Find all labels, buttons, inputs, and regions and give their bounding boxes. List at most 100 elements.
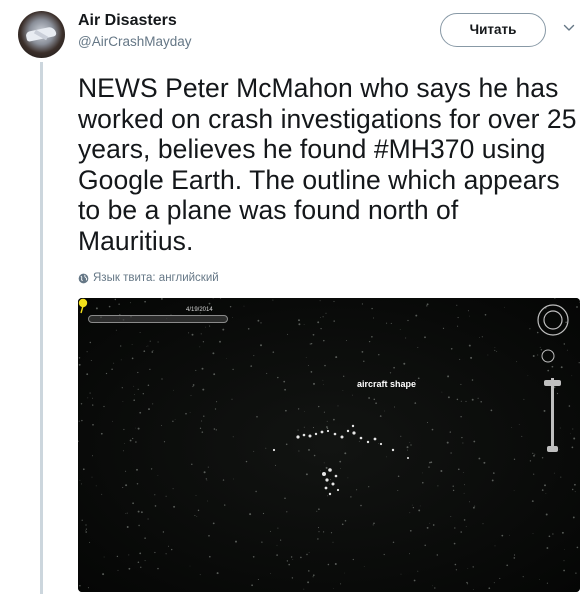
- noise-speckle: [318, 508, 320, 511]
- noise-speckle: [125, 512, 127, 514]
- noise-speckle: [318, 531, 320, 533]
- noise-speckle: [462, 472, 464, 473]
- noise-speckle: [531, 500, 534, 503]
- noise-speckle: [199, 574, 201, 576]
- noise-speckle: [400, 435, 402, 437]
- noise-speckle: [312, 574, 315, 577]
- noise-speckle: [409, 553, 410, 555]
- noise-speckle: [233, 478, 234, 480]
- noise-speckle: [320, 470, 321, 472]
- noise-speckle: [256, 415, 258, 418]
- noise-speckle: [471, 379, 474, 381]
- hashtag-link[interactable]: #MH370: [374, 134, 474, 164]
- noise-speckle: [249, 513, 252, 516]
- noise-speckle: [345, 340, 347, 341]
- noise-speckle: [468, 344, 471, 347]
- noise-speckle: [298, 450, 300, 452]
- noise-speckle: [494, 349, 496, 351]
- noise-speckle: [527, 375, 529, 377]
- noise-speckle: [216, 401, 218, 403]
- noise-speckle: [87, 397, 89, 399]
- noise-speckle: [463, 519, 466, 521]
- noise-speckle: [457, 317, 459, 319]
- follow-button[interactable]: Читать: [440, 13, 546, 47]
- noise-speckle: [251, 584, 253, 587]
- noise-speckle: [432, 524, 435, 526]
- noise-speckle: [163, 441, 166, 443]
- noise-speckle: [126, 526, 129, 528]
- noise-speckle: [85, 530, 86, 532]
- author-display-name[interactable]: Air Disasters: [78, 12, 177, 30]
- noise-speckle: [409, 529, 412, 532]
- noise-speckle: [358, 440, 360, 442]
- chevron-down-icon[interactable]: [563, 22, 575, 34]
- noise-speckle: [509, 534, 510, 536]
- noise-speckle: [265, 447, 267, 449]
- noise-speckle: [212, 298, 214, 299]
- tweet-media-image[interactable]: 4/19/2014 aircraft shape: [78, 298, 580, 592]
- noise-speckle: [481, 336, 483, 338]
- noise-speckle: [513, 557, 516, 559]
- noise-speckle: [261, 541, 263, 543]
- noise-speckle: [442, 327, 445, 330]
- noise-speckle: [125, 470, 127, 472]
- noise-speckle: [399, 329, 401, 330]
- noise-speckle: [307, 365, 309, 367]
- noise-speckle: [100, 432, 103, 435]
- noise-speckle: [410, 444, 412, 446]
- noise-speckle: [326, 427, 329, 429]
- noise-speckle: [430, 461, 433, 464]
- noise-speckle: [172, 488, 174, 490]
- noise-speckle: [539, 346, 541, 348]
- noise-speckle: [513, 458, 516, 460]
- noise-speckle: [202, 388, 205, 391]
- noise-speckle: [140, 566, 142, 568]
- noise-speckle: [563, 560, 565, 562]
- noise-speckle: [457, 468, 460, 471]
- noise-speckle: [454, 563, 457, 566]
- noise-speckle: [206, 479, 208, 481]
- noise-speckle: [253, 355, 255, 357]
- noise-speckle: [162, 531, 165, 533]
- noise-speckle: [496, 350, 498, 352]
- noise-speckle: [465, 526, 467, 527]
- noise-speckle: [361, 303, 363, 305]
- noise-speckle: [304, 411, 305, 412]
- noise-speckle: [120, 359, 122, 361]
- noise-speckle: [303, 324, 305, 325]
- noise-speckle: [144, 300, 146, 303]
- avatar[interactable]: [18, 11, 65, 58]
- noise-speckle: [205, 326, 206, 328]
- noise-speckle: [452, 489, 455, 492]
- noise-speckle: [566, 349, 568, 351]
- noise-speckle: [245, 460, 248, 463]
- noise-speckle: [456, 398, 459, 401]
- noise-speckle: [322, 379, 324, 381]
- noise-speckle: [576, 306, 578, 308]
- noise-speckle: [133, 385, 135, 387]
- noise-speckle: [450, 452, 452, 454]
- noise-speckle: [559, 427, 561, 429]
- noise-speckle: [310, 371, 313, 373]
- noise-speckle: [479, 337, 480, 338]
- noise-speckle: [146, 346, 147, 347]
- noise-speckle: [173, 505, 176, 508]
- noise-speckle: [465, 400, 467, 402]
- noise-speckle: [472, 506, 475, 509]
- noise-speckle: [308, 448, 310, 451]
- aircraft-shape-label: aircraft shape: [357, 379, 417, 389]
- noise-speckle: [537, 354, 539, 356]
- tweet-language-note[interactable]: Язык твита: английский: [78, 272, 219, 284]
- noise-speckle: [297, 429, 299, 431]
- time-slider[interactable]: [88, 315, 228, 323]
- noise-speckle: [559, 448, 561, 450]
- noise-speckle: [532, 533, 534, 534]
- author-handle[interactable]: @AirCrashMayday: [78, 34, 191, 49]
- noise-speckle: [397, 490, 399, 491]
- noise-speckle: [215, 429, 217, 431]
- noise-speckle: [428, 466, 430, 468]
- noise-speckle: [317, 527, 320, 529]
- noise-speckle: [426, 421, 429, 424]
- noise-speckle: [195, 495, 197, 497]
- noise-speckle: [137, 388, 139, 390]
